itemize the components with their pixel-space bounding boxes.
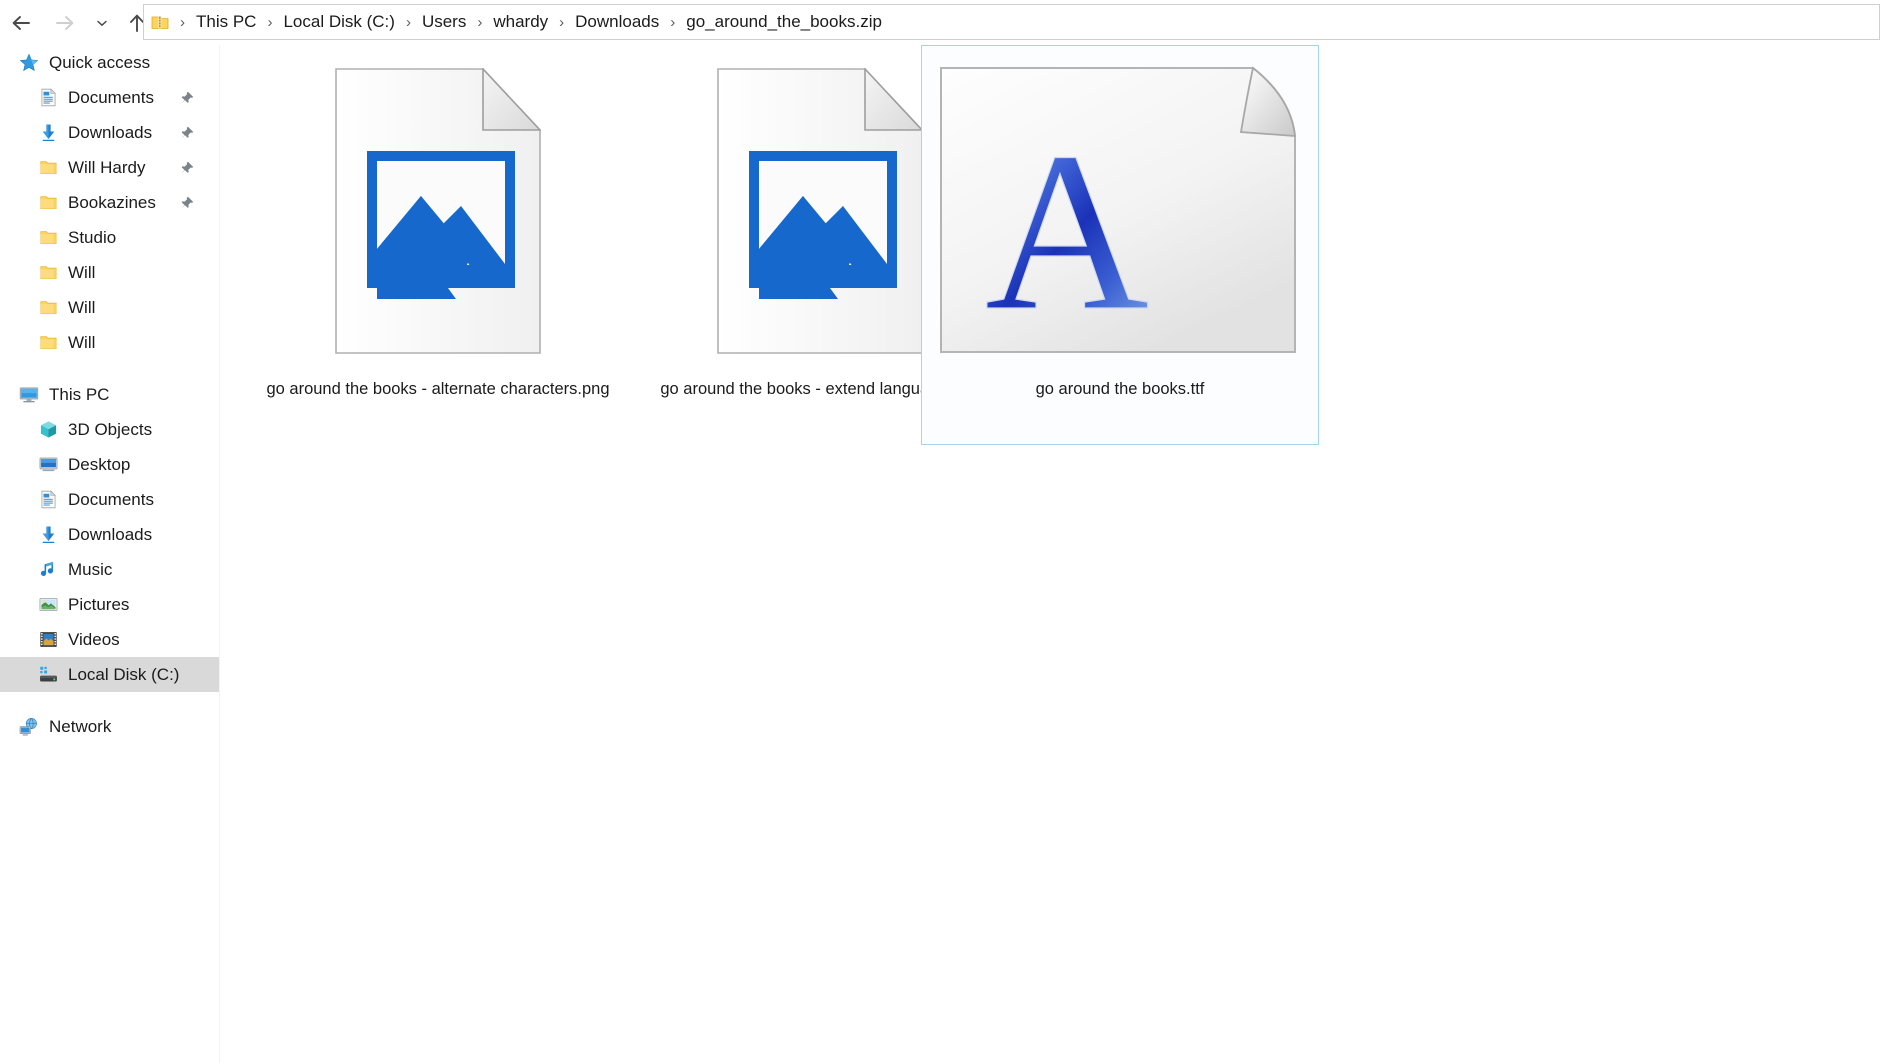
sidebar-item-will-hardy[interactable]: Will Hardy bbox=[0, 150, 219, 185]
sidebar-item-label: Downloads bbox=[68, 122, 153, 142]
breadcrumb-crumb-zip[interactable]: go_around_the_books.zip bbox=[683, 10, 885, 34]
sidebar-item-network[interactable]: Network bbox=[0, 709, 219, 744]
nav-group-spacer bbox=[0, 360, 219, 377]
sidebar-item-label: Will bbox=[68, 332, 96, 352]
pin-icon[interactable] bbox=[179, 160, 195, 176]
zip-folder-icon bbox=[150, 12, 170, 32]
network-icon bbox=[18, 716, 40, 738]
back-arrow-icon bbox=[12, 15, 30, 30]
sidebar-item-label: Will Hardy bbox=[68, 157, 146, 177]
breadcrumb-separator: › bbox=[559, 13, 565, 31]
sidebar-item-label: Will bbox=[68, 297, 96, 317]
desktop-icon bbox=[37, 454, 59, 476]
file-item[interactable]: go around the books - alternate characte… bbox=[239, 45, 637, 445]
breadcrumb-crumb-whardy[interactable]: whardy bbox=[490, 10, 551, 34]
address-bar: › This PC › Local Disk (C:) › Users › wh… bbox=[0, 0, 1890, 45]
monitor-icon bbox=[18, 384, 40, 406]
folder-icon bbox=[37, 192, 59, 214]
sidebar-item-desktop[interactable]: Desktop bbox=[0, 447, 219, 482]
recent-locations-button[interactable] bbox=[90, 6, 114, 40]
sidebar-item-downloads[interactable]: Downloads bbox=[0, 115, 219, 150]
cube-icon bbox=[37, 419, 59, 441]
sidebar-item-label: Videos bbox=[68, 629, 120, 649]
pin-icon[interactable] bbox=[179, 90, 195, 106]
ttf-font-file-icon: A bbox=[940, 66, 1297, 359]
sidebar-item-label: This PC bbox=[49, 384, 110, 404]
sidebar-item-will[interactable]: Will bbox=[0, 325, 219, 360]
sidebar-item-quick-access[interactable]: Quick access bbox=[0, 45, 219, 80]
png-image-file-icon bbox=[335, 68, 541, 354]
breadcrumb-separator: › bbox=[267, 13, 273, 31]
downloads-icon bbox=[37, 524, 59, 546]
sidebar-item-videos[interactable]: Videos bbox=[0, 622, 219, 657]
sidebar-item-documents[interactable]: Documents bbox=[0, 482, 219, 517]
documents-icon bbox=[37, 489, 59, 511]
pictures-icon bbox=[37, 594, 59, 616]
file-item[interactable]: Ago around the books.ttf bbox=[921, 45, 1319, 445]
sidebar-item-label: Will bbox=[68, 262, 96, 282]
sidebar-item-label: Studio bbox=[68, 227, 117, 247]
sidebar-item-label: Pictures bbox=[68, 594, 130, 614]
breadcrumb-separator: › bbox=[405, 13, 411, 31]
nav-group-spacer bbox=[0, 692, 219, 709]
downloads-icon bbox=[37, 122, 59, 144]
pin-icon[interactable] bbox=[179, 195, 195, 211]
sidebar-item-label: Network bbox=[49, 716, 112, 736]
breadcrumb-crumb-this-pc[interactable]: This PC bbox=[193, 10, 259, 34]
sidebar-item-label: Documents bbox=[68, 87, 154, 107]
breadcrumb-crumb-local-disk[interactable]: Local Disk (C:) bbox=[280, 10, 397, 34]
sidebar-item-documents[interactable]: Documents bbox=[0, 80, 219, 115]
sidebar-item-label: Desktop bbox=[68, 454, 131, 474]
sidebar-item-label: 3D Objects bbox=[68, 419, 153, 439]
sidebar-item-label: Local Disk (C:) bbox=[68, 664, 180, 684]
sidebar-item-local-disk-c[interactable]: Local Disk (C:) bbox=[0, 657, 219, 692]
navigation-pane[interactable]: Quick access Documents Downloads Will Hardy… bbox=[0, 45, 220, 1063]
folder-icon bbox=[37, 262, 59, 284]
back-button[interactable] bbox=[4, 6, 38, 40]
sidebar-item-studio[interactable]: Studio bbox=[0, 220, 219, 255]
sidebar-item-downloads[interactable]: Downloads bbox=[0, 517, 219, 552]
sidebar-item-bookazines[interactable]: Bookazines bbox=[0, 185, 219, 220]
file-thumbnail: A bbox=[935, 46, 1305, 376]
folder-icon bbox=[37, 332, 59, 354]
documents-icon bbox=[37, 87, 59, 109]
file-name-label: go around the books - alternate characte… bbox=[266, 380, 610, 398]
forward-button[interactable] bbox=[48, 6, 82, 40]
forward-arrow-icon bbox=[56, 15, 74, 30]
breadcrumb-separator: › bbox=[477, 13, 483, 31]
sidebar-item-will[interactable]: Will bbox=[0, 255, 219, 290]
folder-icon bbox=[37, 157, 59, 179]
pin-icon[interactable] bbox=[179, 125, 195, 141]
folder-icon bbox=[37, 297, 59, 319]
sidebar-item-label: Documents bbox=[68, 489, 154, 509]
folder-icon bbox=[37, 227, 59, 249]
music-note-icon bbox=[37, 559, 59, 581]
breadcrumb-crumb-users[interactable]: Users bbox=[419, 10, 469, 34]
sidebar-item-label: Quick access bbox=[49, 52, 151, 72]
file-name-label: go around the books.ttf bbox=[1035, 380, 1205, 398]
hard-drive-icon bbox=[37, 664, 59, 686]
chevron-down-icon bbox=[97, 20, 107, 26]
breadcrumb-separator: › bbox=[180, 13, 185, 31]
sidebar-item-pictures[interactable]: Pictures bbox=[0, 587, 219, 622]
sidebar-item-label: Downloads bbox=[68, 524, 153, 544]
star-icon bbox=[18, 52, 40, 74]
sidebar-item-music[interactable]: Music bbox=[0, 552, 219, 587]
sidebar-item-label: Bookazines bbox=[68, 192, 156, 212]
png-image-file-icon bbox=[717, 68, 923, 354]
breadcrumb-crumb-downloads[interactable]: Downloads bbox=[572, 10, 662, 34]
file-list-view[interactable]: go around the books - alternate characte… bbox=[221, 45, 1890, 1063]
file-thumbnail bbox=[717, 46, 923, 376]
breadcrumb-separator: › bbox=[670, 13, 676, 31]
sidebar-item-this-pc[interactable]: This PC bbox=[0, 377, 219, 412]
sidebar-item-label: Music bbox=[68, 559, 113, 579]
videos-icon bbox=[37, 629, 59, 651]
sidebar-item-3d-objects[interactable]: 3D Objects bbox=[0, 412, 219, 447]
sidebar-item-will[interactable]: Will bbox=[0, 290, 219, 325]
breadcrumb[interactable]: › This PC › Local Disk (C:) › Users › wh… bbox=[143, 4, 1880, 40]
file-thumbnail bbox=[335, 46, 541, 376]
svg-text:A: A bbox=[985, 106, 1150, 358]
